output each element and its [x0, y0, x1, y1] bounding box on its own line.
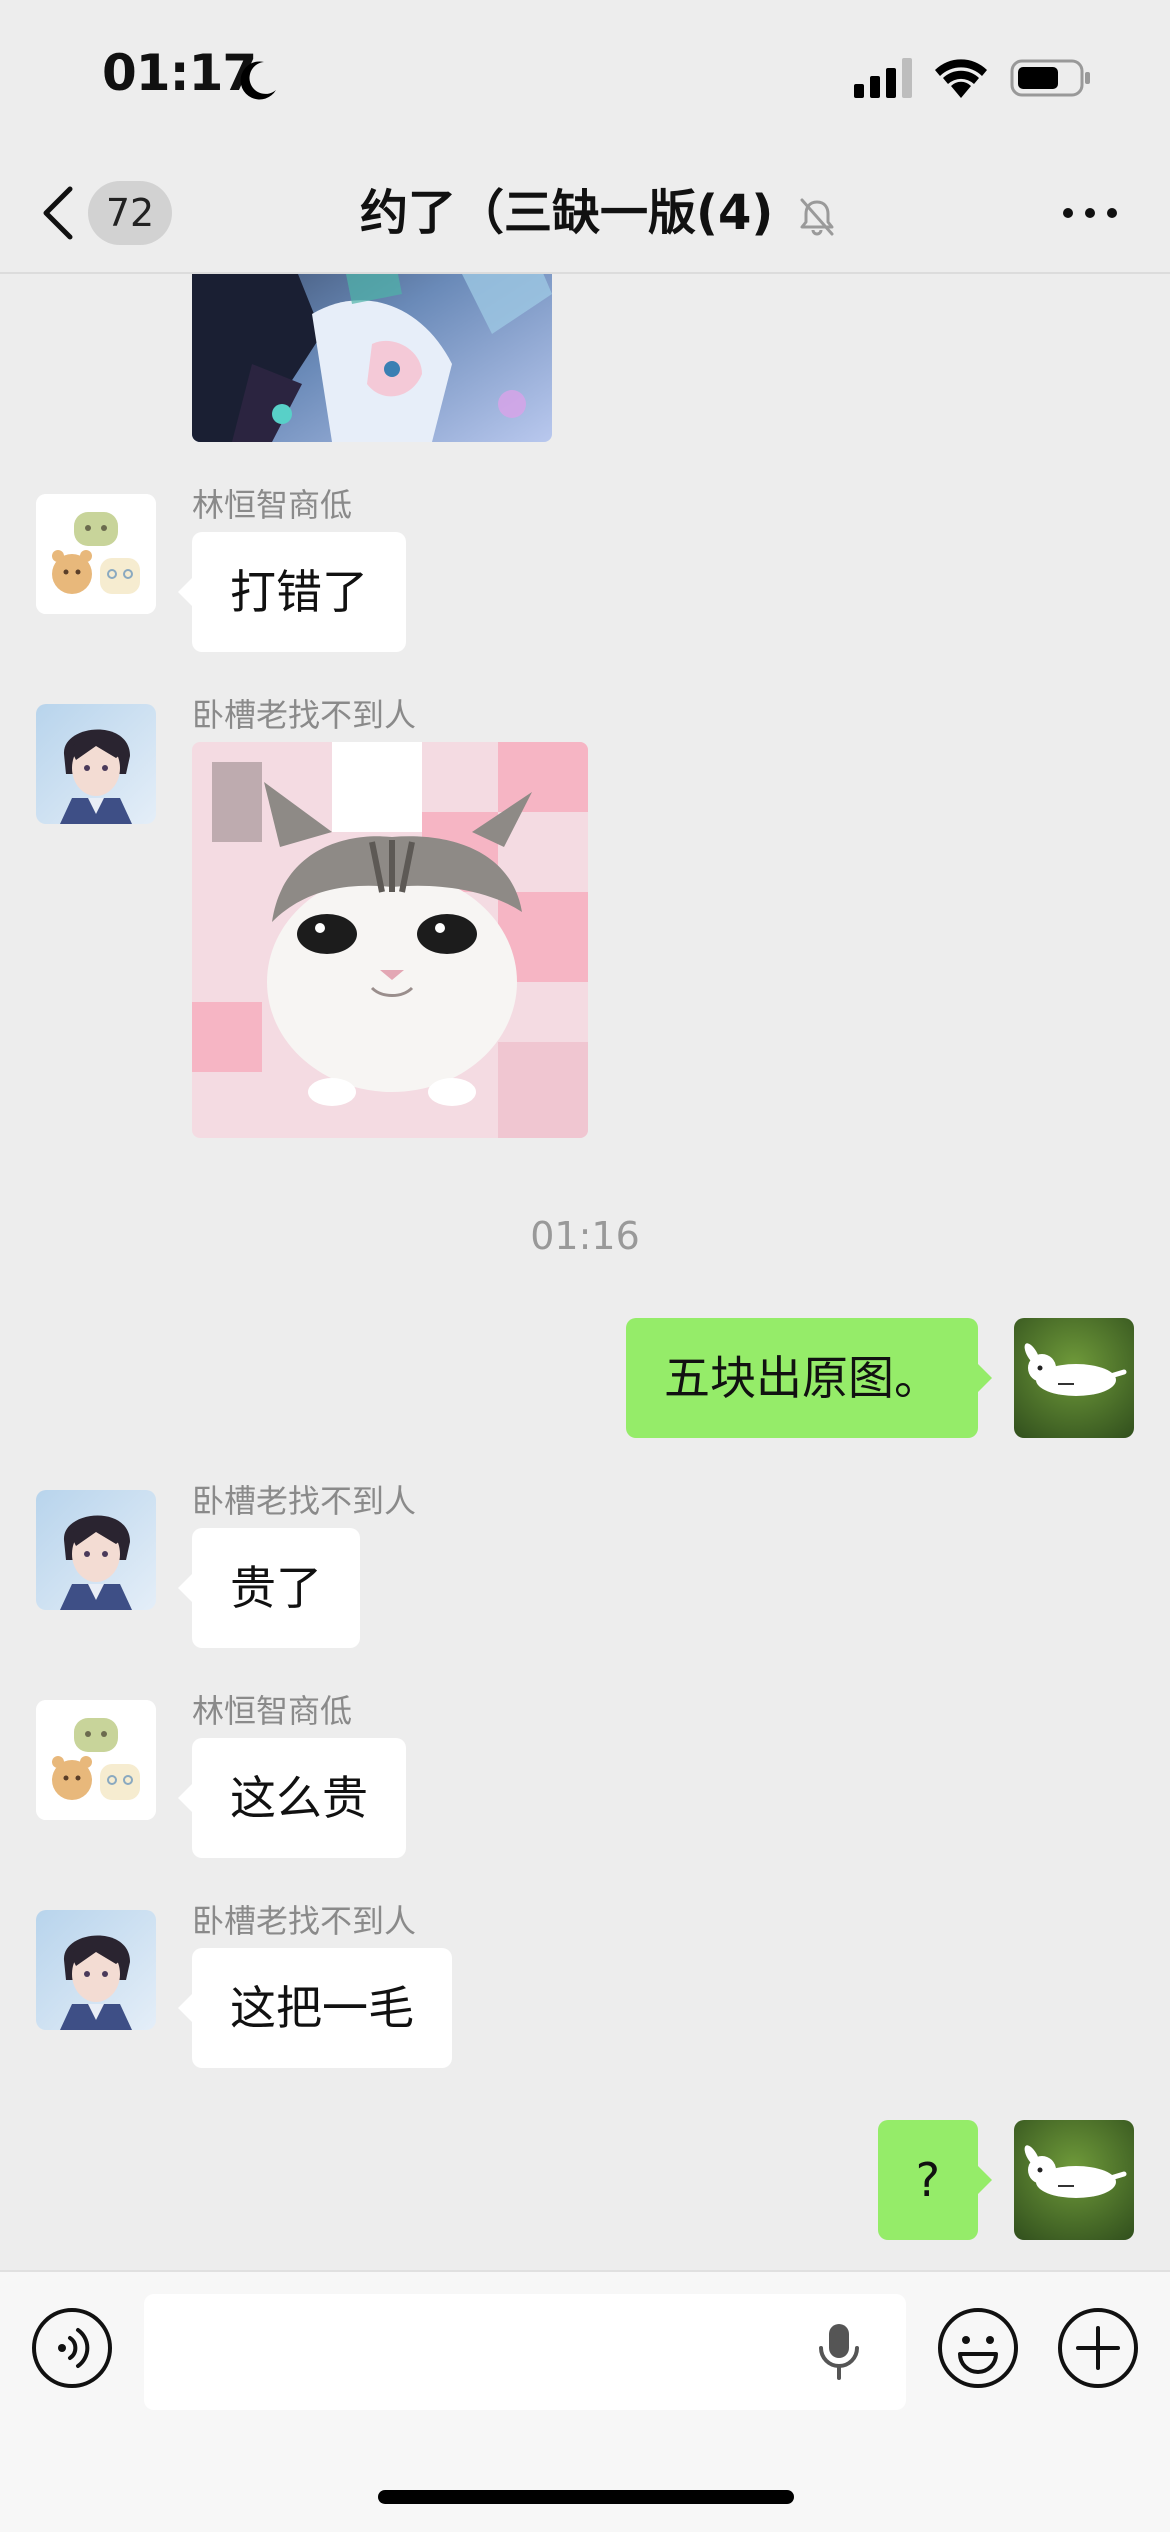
chat-title: 约了（三缺一版(4): [360, 185, 774, 241]
message-timestamp: 01:16: [530, 1214, 640, 1258]
sender-name: 林恒智商低: [192, 486, 353, 524]
signal-icon: [854, 58, 912, 98]
chat-header: 72 约了（三缺一版(4): [0, 150, 1170, 274]
back-button[interactable]: 72: [40, 180, 190, 246]
emoji-icon[interactable]: [936, 2306, 1020, 2390]
anime-boy-avatar-image: [36, 704, 156, 824]
avatar[interactable]: [36, 704, 156, 824]
cute-bears-avatar-image: [36, 494, 156, 614]
avatar[interactable]: [36, 494, 156, 614]
crying-cat-sticker-image: [192, 742, 588, 1138]
message-bubble[interactable]: 贵了: [178, 1528, 360, 1648]
cute-bears-avatar-image: [36, 1700, 156, 1820]
unread-count-badge: 72: [88, 181, 172, 245]
sender-name: 卧槽老找不到人: [192, 696, 417, 734]
moon-icon: [240, 61, 276, 100]
mic-icon[interactable]: [814, 2320, 864, 2384]
image-message[interactable]: [192, 274, 552, 442]
avatar[interactable]: [36, 1490, 156, 1610]
message-bubble[interactable]: 这么贵: [178, 1738, 406, 1858]
message-list[interactable]: 林恒智商低 打错了 卧槽老找不到人 01:16 五块出原图。 卧槽老找不到人 贵…: [0, 274, 1170, 2274]
more-icon[interactable]: [1058, 188, 1122, 238]
message-bubble[interactable]: ?: [877, 2120, 993, 2240]
message-bubble[interactable]: 五块出原图。: [626, 1318, 992, 1438]
avatar[interactable]: [1014, 1318, 1134, 1438]
mute-bell-icon: [800, 198, 834, 236]
message-input[interactable]: [144, 2294, 906, 2410]
home-indicator[interactable]: [378, 2490, 794, 2504]
sender-name: 卧槽老找不到人: [192, 1902, 417, 1940]
sender-name: 卧槽老找不到人: [192, 1482, 417, 1520]
rabbit-on-grass-avatar-image: [1014, 1318, 1134, 1438]
voice-icon[interactable]: [30, 2306, 114, 2390]
wifi-icon: [935, 59, 987, 98]
anime-boy-avatar-image: [36, 1490, 156, 1610]
avatar[interactable]: [36, 1910, 156, 2030]
message-bubble[interactable]: 打错了: [178, 532, 406, 652]
anime-boy-avatar-image: [36, 1910, 156, 2030]
back-chevron-icon: [43, 186, 73, 240]
anime-illustration-image: [192, 274, 552, 442]
sender-name: 林恒智商低: [192, 1692, 353, 1730]
avatar[interactable]: [1014, 2120, 1134, 2240]
sticker-message[interactable]: [192, 742, 588, 1138]
message-bubble[interactable]: 这把一毛: [178, 1948, 452, 2068]
avatar[interactable]: [36, 1700, 156, 1820]
plus-icon[interactable]: [1056, 2306, 1140, 2390]
status-bar: 01:17: [0, 0, 1170, 150]
status-time: 01:17: [102, 44, 257, 102]
rabbit-on-grass-avatar-image: [1014, 2120, 1134, 2240]
battery-icon: [1010, 59, 1090, 97]
